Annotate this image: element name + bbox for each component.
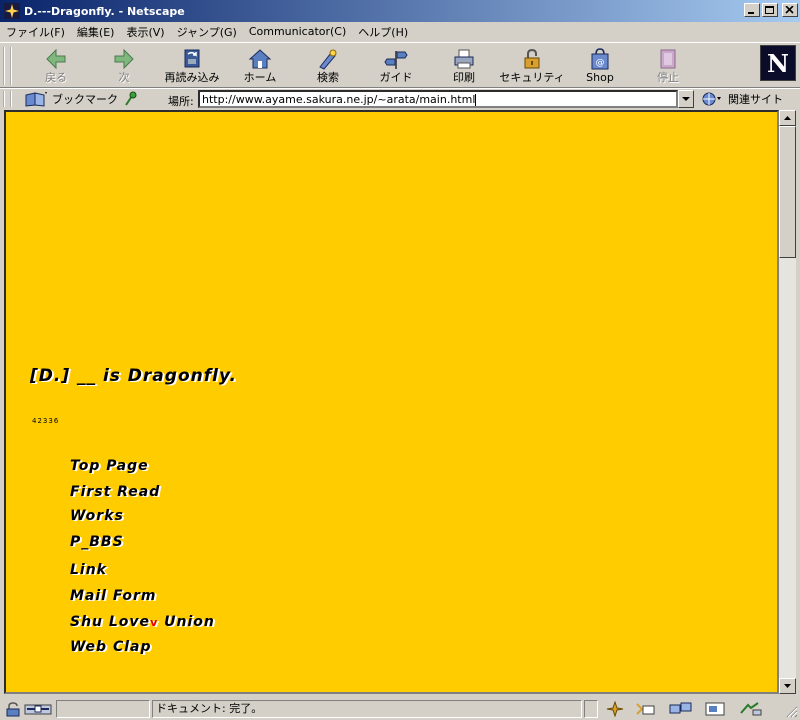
access-counter: 42336 (32, 417, 60, 425)
menu-bar: ファイル(F) 編集(E) 表示(V) ジャンプ(G) Communicator… (0, 22, 800, 41)
resize-grip-icon[interactable] (784, 704, 798, 718)
nav-link-first-read[interactable]: First Read (70, 484, 215, 500)
forward-arrow-icon (114, 48, 134, 70)
status-bar: ドキュメント: 完了。 (0, 698, 800, 720)
netscape-logo[interactable]: N (760, 45, 796, 81)
nav-link-mail-form[interactable]: Mail Form (70, 588, 215, 604)
home-button[interactable]: ホーム (226, 46, 294, 86)
browser-window: D.---Dragonfly. - Netscape ファイル(F) 編集(E)… (0, 0, 800, 720)
related-sites-icon (702, 92, 721, 106)
menu-go[interactable]: ジャンプ(G) (177, 24, 237, 40)
menu-file[interactable]: ファイル(F) (6, 24, 65, 40)
guide-button[interactable]: ガイド (362, 46, 430, 86)
guide-icon (384, 51, 408, 69)
print-icon (454, 49, 474, 69)
page-content: [D.] __ is Dragonfly. 42336 Top Page Fir… (4, 110, 779, 694)
stop-icon (660, 49, 676, 69)
minimize-icon (748, 12, 754, 14)
bookmarks-button[interactable]: ブックマーク (24, 91, 118, 107)
status-text: ドキュメント: 完了。 (152, 700, 582, 718)
toolbar-grip[interactable] (3, 47, 12, 85)
text-caret (475, 94, 477, 106)
menu-help[interactable]: ヘルプ(H) (358, 24, 408, 40)
composer-icon[interactable] (704, 701, 726, 717)
security-icon (524, 48, 540, 69)
shop-icon: @ (591, 48, 609, 70)
related-sites-button[interactable]: 関連サイト (700, 91, 783, 107)
url-text: http://www.ayame.sakura.ne.jp/~arata/mai… (202, 93, 476, 106)
security-lock-icon[interactable] (4, 701, 22, 717)
nav-link-union-text: Union (164, 614, 215, 630)
arrow-down-icon (784, 684, 791, 688)
stop-button[interactable]: 停止 (634, 46, 702, 86)
nav-link-works[interactable]: Works (70, 508, 215, 524)
nav-link-web-clap[interactable]: Web Clap (70, 639, 215, 655)
svg-text:@: @ (596, 58, 605, 68)
search-icon (319, 49, 337, 70)
nav-link-shu-love-text: Shu Love (70, 614, 151, 630)
security-button[interactable]: セキュリティ (498, 46, 566, 86)
site-navigation: Top Page First Read Works P_BBS Link Mai… (70, 458, 215, 655)
menu-edit[interactable]: 編集(E) (77, 24, 115, 40)
offline-toggle-icon[interactable] (738, 701, 764, 717)
heart-mark: v (150, 616, 159, 629)
print-button[interactable]: 印刷 (430, 46, 498, 86)
netscape-app-icon (4, 3, 20, 19)
maximize-button[interactable] (762, 3, 778, 17)
navigator-icon[interactable] (604, 701, 626, 717)
scroll-thumb[interactable] (779, 126, 796, 258)
close-button[interactable] (782, 3, 798, 17)
home-icon (248, 49, 272, 69)
shop-button[interactable]: @ Shop (566, 46, 634, 86)
search-button[interactable]: 検索 (294, 46, 362, 86)
menu-communicator[interactable]: Communicator(C) (249, 25, 346, 38)
menu-view[interactable]: 表示(V) (126, 24, 164, 40)
discussions-icon[interactable] (668, 701, 694, 717)
chevron-down-icon (682, 97, 690, 101)
back-arrow-icon (46, 48, 66, 70)
mail-icon[interactable] (634, 701, 656, 717)
page-proxy-icon[interactable] (122, 91, 138, 107)
nav-link-top-page[interactable]: Top Page (70, 458, 215, 474)
forward-button[interactable]: 次 (90, 46, 158, 86)
nav-link-p-bbs[interactable]: P_BBS (70, 534, 215, 550)
progress-box (56, 700, 150, 718)
bookmark-icon (25, 92, 47, 107)
location-label: 場所: (168, 95, 194, 108)
location-bar-grip[interactable] (3, 91, 12, 107)
url-dropdown-button[interactable] (678, 90, 694, 108)
window-title: D.---Dragonfly. - Netscape (24, 4, 185, 18)
status-divider (584, 700, 598, 718)
back-button[interactable]: 戻る (22, 46, 90, 86)
title-bar[interactable]: D.---Dragonfly. - Netscape (0, 0, 800, 22)
reload-button[interactable]: 再読み込み (158, 46, 226, 86)
close-icon (785, 6, 794, 14)
nav-link-shu-love-union[interactable]: Shu Lovev Union (70, 614, 215, 630)
minimize-button[interactable] (744, 3, 760, 17)
arrow-up-icon (784, 116, 791, 120)
maximize-icon (765, 6, 774, 14)
reload-icon (184, 49, 200, 68)
location-bar: ブックマーク 場所: http://www.ayame.sakura.ne.jp… (0, 88, 800, 109)
connection-icon[interactable] (24, 701, 52, 717)
navigation-toolbar: 戻る 次 再読み込み ホーム 検索 ガイド 印刷 セキュリティ @ Shop 停… (0, 42, 800, 88)
scroll-down-button[interactable] (779, 678, 796, 694)
url-field[interactable]: http://www.ayame.sakura.ne.jp/~arata/mai… (198, 90, 678, 108)
vertical-scrollbar[interactable] (779, 110, 796, 694)
site-title: [D.] __ is Dragonfly. (30, 366, 237, 386)
nav-link-link[interactable]: Link (70, 562, 215, 578)
scroll-up-button[interactable] (779, 110, 796, 126)
